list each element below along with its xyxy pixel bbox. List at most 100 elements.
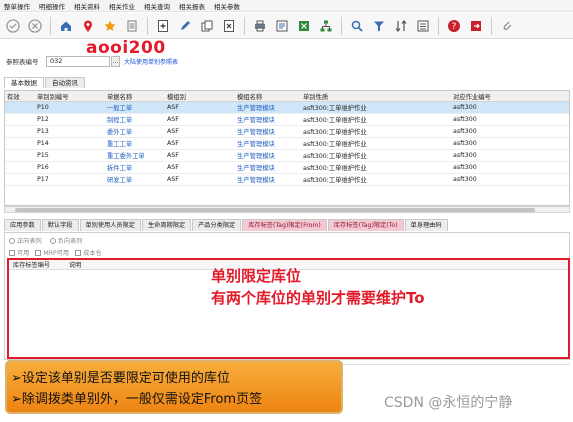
- table-row[interactable]: ✓P10一般工单ASF生产管理模块asft300:工单维护作业asft300: [5, 102, 569, 114]
- cell-module[interactable]: ASF: [165, 176, 235, 183]
- cell-module[interactable]: ASF: [165, 152, 235, 159]
- radio-positive[interactable]: 正向表列: [9, 236, 42, 245]
- menu-item-query[interactable]: 相关查询: [144, 1, 170, 11]
- cell-nature[interactable]: asft300:工单维护作业: [301, 115, 451, 124]
- radio-negative[interactable]: 负向表列: [49, 236, 83, 245]
- col-module-name[interactable]: 模组名称: [235, 92, 301, 101]
- filter-icon[interactable]: [370, 17, 388, 35]
- cell-module-name[interactable]: 生产管理模块: [235, 103, 301, 112]
- valid-cell[interactable]: ✓: [5, 152, 35, 159]
- cell-module-name[interactable]: 生产管理模块: [235, 151, 301, 160]
- menu-item-detail[interactable]: 明细操作: [39, 1, 65, 11]
- check-mrp[interactable]: MRP可用: [35, 248, 69, 257]
- favorite-icon[interactable]: [101, 17, 119, 35]
- cell-module-name[interactable]: 生产管理模块: [235, 163, 301, 172]
- tab-lifecycle-limit[interactable]: 生命周期限定: [142, 219, 192, 231]
- col-valid[interactable]: 有效: [5, 92, 35, 101]
- tab-product-class-limit[interactable]: 产品分类限定: [192, 219, 242, 231]
- cell-code[interactable]: P15: [35, 152, 105, 159]
- valid-cell[interactable]: ✓: [5, 128, 35, 135]
- cell-job[interactable]: asft300: [451, 116, 567, 123]
- sort-icon[interactable]: [392, 17, 410, 35]
- print-icon[interactable]: [251, 17, 269, 35]
- cell-name[interactable]: 重工工单: [105, 139, 165, 148]
- cell-name[interactable]: 委外工单: [105, 127, 165, 136]
- menu-item-params[interactable]: 相关参数: [214, 1, 240, 11]
- cell-module-name[interactable]: 生产管理模块: [235, 127, 301, 136]
- valid-cell[interactable]: ✓: [5, 116, 35, 123]
- cell-code[interactable]: P12: [35, 116, 105, 123]
- cell-module[interactable]: ASF: [165, 164, 235, 171]
- cell-job[interactable]: asft300: [451, 140, 567, 147]
- query-lookup-button[interactable]: ...: [111, 55, 120, 67]
- tab-reason-code[interactable]: 单身理由码: [404, 219, 448, 231]
- cell-nature[interactable]: asft300:工单维护作业: [301, 151, 451, 160]
- cell-nature[interactable]: asft300:工单维护作业: [301, 175, 451, 184]
- grid-hscrollbar[interactable]: [4, 206, 570, 213]
- col-tag-code[interactable]: 库存标签编号: [9, 260, 65, 269]
- col-module[interactable]: 模组别: [165, 92, 235, 101]
- check-available[interactable]: 可用: [9, 248, 29, 257]
- table-row[interactable]: ✓P13委外工单ASF生产管理模块asft300:工单维护作业asft300: [5, 126, 569, 138]
- export-icon[interactable]: [295, 17, 313, 35]
- cell-job[interactable]: asft300: [451, 176, 567, 183]
- cell-name[interactable]: 研发工单: [105, 175, 165, 184]
- cell-code[interactable]: P10: [35, 104, 105, 111]
- cancel-icon[interactable]: [26, 17, 44, 35]
- cell-name[interactable]: 重工委外工单: [105, 151, 165, 160]
- col-description[interactable]: 说明: [65, 260, 81, 269]
- search-icon[interactable]: [348, 17, 366, 35]
- cell-module[interactable]: ASF: [165, 128, 235, 135]
- tab-basic-data[interactable]: 基本数据: [4, 77, 44, 88]
- cell-name[interactable]: 一般工单: [105, 103, 165, 112]
- valid-cell[interactable]: ✓: [5, 140, 35, 147]
- preview-icon[interactable]: [273, 17, 291, 35]
- home-icon[interactable]: [57, 17, 75, 35]
- confirm-icon[interactable]: [4, 17, 22, 35]
- delete-icon[interactable]: [220, 17, 238, 35]
- copy-icon[interactable]: [198, 17, 216, 35]
- cell-nature[interactable]: asft300:工单维护作业: [301, 103, 451, 112]
- new-icon[interactable]: [154, 17, 172, 35]
- tab-tag-from[interactable]: 库存标签(Tag)限定(From): [242, 219, 327, 231]
- table-row[interactable]: ✓P14重工工单ASF生产管理模块asft300:工单维护作业asft300: [5, 138, 569, 150]
- attach-icon[interactable]: [498, 17, 516, 35]
- table-row[interactable]: ✓P12制程工单ASF生产管理模块asft300:工单维护作业asft300: [5, 114, 569, 126]
- valid-cell[interactable]: ✓: [5, 176, 35, 183]
- cell-module-name[interactable]: 生产管理模块: [235, 115, 301, 124]
- location-icon[interactable]: [79, 17, 97, 35]
- table-row[interactable]: ✓P17研发工单ASF生产管理模块asft300:工单维护作业asft300: [5, 174, 569, 186]
- cell-code[interactable]: P14: [35, 140, 105, 147]
- tab-app-params[interactable]: 应用参数: [4, 219, 41, 231]
- col-job[interactable]: 对应作业编号: [451, 92, 567, 101]
- cell-nature[interactable]: asft300:工单维护作业: [301, 127, 451, 136]
- list-icon[interactable]: [123, 17, 141, 35]
- cell-module[interactable]: ASF: [165, 116, 235, 123]
- tab-default-fields[interactable]: 默认字段: [41, 219, 79, 231]
- cell-job[interactable]: asft300: [451, 152, 567, 159]
- col-nature[interactable]: 单别性质: [301, 92, 451, 101]
- table-row[interactable]: ✓P15重工委外工单ASF生产管理模块asft300:工单维护作业asft300: [5, 150, 569, 162]
- check-cost[interactable]: 成本仓: [75, 248, 102, 257]
- cell-nature[interactable]: asft300:工单维护作业: [301, 139, 451, 148]
- cell-name[interactable]: 拆件工单: [105, 163, 165, 172]
- menu-item-whole-doc[interactable]: 整单操作: [4, 1, 30, 11]
- menu-item-reports[interactable]: 相关报表: [179, 1, 205, 11]
- cell-code[interactable]: P17: [35, 176, 105, 183]
- valid-cell[interactable]: ✓: [5, 164, 35, 171]
- cell-module[interactable]: ASF: [165, 104, 235, 111]
- help-icon[interactable]: ?: [445, 17, 463, 35]
- edit-icon[interactable]: [176, 17, 194, 35]
- cell-code[interactable]: P16: [35, 164, 105, 171]
- cell-module-name[interactable]: 生产管理模块: [235, 175, 301, 184]
- cell-module[interactable]: ASF: [165, 140, 235, 147]
- network-icon[interactable]: [317, 17, 335, 35]
- tab-user-limit[interactable]: 单别使用人员限定: [79, 219, 141, 231]
- tab-auto-info[interactable]: 自动资讯: [45, 77, 85, 88]
- cell-job[interactable]: asft300: [451, 128, 567, 135]
- menu-item-jobs[interactable]: 相关作业: [109, 1, 135, 11]
- cell-job[interactable]: asft300: [451, 164, 567, 171]
- table-row[interactable]: ✓P16拆件工单ASF生产管理模块asft300:工单维护作业asft300: [5, 162, 569, 174]
- menu-item-data[interactable]: 相关资料: [74, 1, 100, 11]
- cell-name[interactable]: 制程工单: [105, 115, 165, 124]
